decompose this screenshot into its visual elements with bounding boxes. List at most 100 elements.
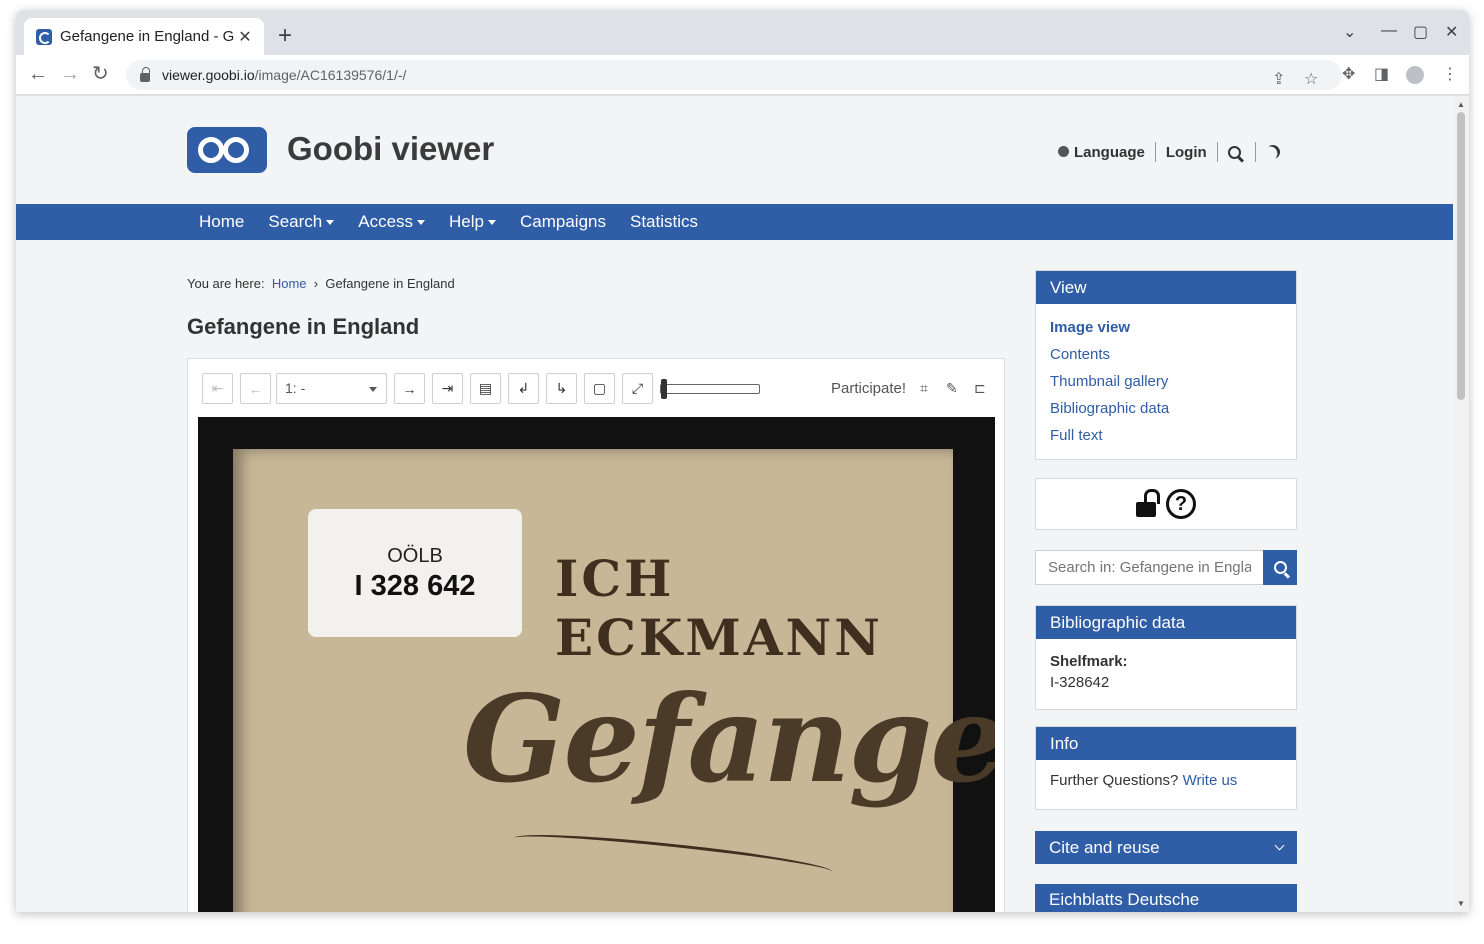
bookmark-icon[interactable]: ⊏ — [974, 380, 986, 397]
new-tab-button[interactable]: + — [278, 24, 292, 48]
browser-tab[interactable]: Gefangene in England - G ✕ — [24, 18, 264, 55]
tab-bar: Gefangene in England - G ✕ + ⌄ — ▢ ✕ — [16, 10, 1469, 55]
book-cover-image: OÖLB I 328 642 ICH ECKMANN Gefangene — [233, 449, 995, 912]
library-sticker: OÖLB I 328 642 — [308, 509, 522, 637]
info-heading: Info — [1036, 727, 1296, 760]
cover-title: Gefangene — [463, 669, 995, 810]
previous-page-icon[interactable]: ← — [240, 373, 271, 404]
caret-down-icon — [488, 220, 496, 226]
cite-heading[interactable]: Cite and reuse — [1035, 831, 1297, 864]
tab-search-icon[interactable]: ⌄ — [1343, 22, 1356, 42]
nav-item-search[interactable]: Search — [268, 212, 335, 232]
minimize-icon[interactable]: — — [1381, 22, 1397, 40]
maximize-icon[interactable]: ▢ — [1413, 22, 1428, 42]
reset-view-icon[interactable]: ▢ — [584, 373, 615, 404]
view-link-contents[interactable]: Contents — [1050, 341, 1282, 368]
rotate-right-icon[interactable]: ↳ — [546, 373, 577, 404]
record-search-input[interactable] — [1035, 550, 1263, 585]
caret-down-icon — [417, 220, 426, 226]
rotate-left-icon[interactable]: ↲ — [508, 373, 539, 404]
image-viewer: ⇤ ← 1: - → ⇥ ▤ ↲ ↳ ▢ ⤢ Participate! ⌗ ✎ … — [187, 358, 1005, 912]
bookmark-star-icon[interactable]: ☆ — [1304, 69, 1318, 89]
zoom-slider[interactable] — [660, 379, 760, 399]
dark-mode-icon[interactable] — [1263, 142, 1282, 161]
profile-avatar-icon[interactable] — [1406, 66, 1424, 84]
header-links: Language Login — [1058, 142, 1280, 162]
site-logo-text[interactable]: Goobi viewer — [287, 130, 494, 168]
caret-down-icon — [326, 220, 335, 226]
info-text: Further Questions? — [1050, 772, 1179, 789]
cover-author: ICH ECKMANN — [555, 549, 883, 667]
page-image-canvas[interactable]: OÖLB I 328 642 ICH ECKMANN Gefangene — [198, 417, 995, 912]
crop-icon[interactable]: ⌗ — [920, 380, 928, 397]
collection-heading: Eichblatts Deutsche Heimatbücher — [1035, 884, 1297, 912]
write-us-link[interactable]: Write us — [1183, 772, 1238, 789]
participate-label: Participate! — [831, 380, 907, 397]
breadcrumb-home-link[interactable]: Home — [272, 276, 307, 291]
tab-title: Gefangene in England - G — [60, 28, 235, 45]
cite-widget[interactable]: Cite and reuse — [1035, 831, 1297, 864]
record-search — [1035, 550, 1297, 585]
forward-icon[interactable]: → — [60, 63, 80, 85]
view-widget: View Image view Contents Thumbnail galle… — [1035, 270, 1297, 460]
question-mark-icon[interactable]: ? — [1166, 489, 1196, 519]
nav-item-statistics[interactable]: Statistics — [630, 212, 698, 232]
wrench-icon[interactable]: ✎ — [946, 380, 958, 397]
view-link-fulltext[interactable]: Full text — [1050, 422, 1282, 449]
view-link-image[interactable]: Image view — [1050, 314, 1282, 341]
first-page-icon[interactable]: ⇤ — [202, 373, 233, 404]
reload-icon[interactable]: ↻ — [92, 63, 109, 85]
view-link-thumbnails[interactable]: Thumbnail gallery — [1050, 368, 1282, 395]
record-search-button[interactable] — [1263, 550, 1297, 585]
last-page-icon[interactable]: ⇥ — [432, 373, 463, 404]
browser-toolbar: ← → ↻ viewer.goobi.io/image/AC16139576/1… — [16, 55, 1469, 95]
nav-item-help[interactable]: Help — [449, 212, 496, 232]
close-window-icon[interactable]: ✕ — [1445, 22, 1458, 42]
open-lock-icon — [1136, 488, 1160, 517]
globe-icon — [1058, 145, 1069, 157]
next-page-icon[interactable]: → — [394, 373, 425, 404]
browser-window: Gefangene in England - G ✕ + ⌄ — ▢ ✕ ← →… — [16, 10, 1469, 912]
lock-icon — [140, 66, 150, 82]
side-panel-icon[interactable]: ◨ — [1374, 64, 1389, 84]
info-widget: Info Further Questions? Write us — [1035, 726, 1297, 810]
back-icon[interactable]: ← — [28, 63, 48, 85]
barbed-wire-graphic — [512, 827, 834, 883]
dropdown-arrow-icon — [369, 387, 377, 392]
main-navigation: Home Search Access Help Campaigns Statis… — [16, 204, 1453, 240]
search-icon[interactable] — [1227, 145, 1241, 159]
address-bar[interactable]: viewer.goobi.io/image/AC16139576/1/-/ ⇪ … — [126, 60, 1342, 90]
zoom-slider-handle[interactable] — [661, 379, 667, 399]
scroll-down-icon[interactable]: ▼ — [1457, 899, 1465, 908]
scroll-up-icon[interactable]: ▲ — [1457, 100, 1465, 109]
fullscreen-icon[interactable]: ⤢ — [622, 373, 653, 404]
language-button[interactable]: Language — [1058, 144, 1145, 161]
page-scrollbar[interactable]: ▲ ▼ — [1453, 96, 1469, 912]
page-select[interactable]: 1: - — [276, 373, 387, 404]
scrollbar-thumb[interactable] — [1457, 112, 1465, 400]
breadcrumb-prefix: You are here: — [187, 276, 265, 291]
share-icon[interactable]: ⇪ — [1272, 69, 1285, 89]
breadcrumb-current: Gefangene in England — [325, 276, 455, 291]
url-path: /image/AC16139576/1/-/ — [254, 67, 407, 83]
view-heading: View — [1036, 271, 1296, 304]
menu-kebab-icon[interactable]: ⋮ — [1442, 64, 1458, 84]
breadcrumb-separator: › — [313, 276, 319, 291]
extensions-icon[interactable]: ✥ — [1342, 64, 1355, 84]
view-link-bibliographic[interactable]: Bibliographic data — [1050, 395, 1282, 422]
language-label: Language — [1074, 143, 1145, 161]
page-select-value: 1: - — [285, 380, 306, 396]
nav-item-campaigns[interactable]: Campaigns — [520, 212, 606, 232]
sticker-library-code: OÖLB — [387, 545, 443, 567]
nav-item-access[interactable]: Access — [358, 212, 426, 232]
login-link[interactable]: Login — [1166, 144, 1207, 161]
bibliographic-heading: Bibliographic data — [1036, 606, 1296, 639]
shelfmark-label: Shelfmark: — [1050, 653, 1128, 670]
sticker-shelfmark: I 328 642 — [354, 570, 476, 602]
cite-heading-text: Cite and reuse — [1049, 838, 1160, 857]
tab-close-icon[interactable]: ✕ — [236, 27, 254, 47]
goobi-logo-icon[interactable] — [187, 127, 267, 173]
nav-item-home[interactable]: Home — [199, 212, 244, 232]
double-page-icon[interactable]: ▤ — [470, 373, 501, 404]
collection-widget: Eichblatts Deutsche Heimatbücher — [1035, 884, 1297, 912]
